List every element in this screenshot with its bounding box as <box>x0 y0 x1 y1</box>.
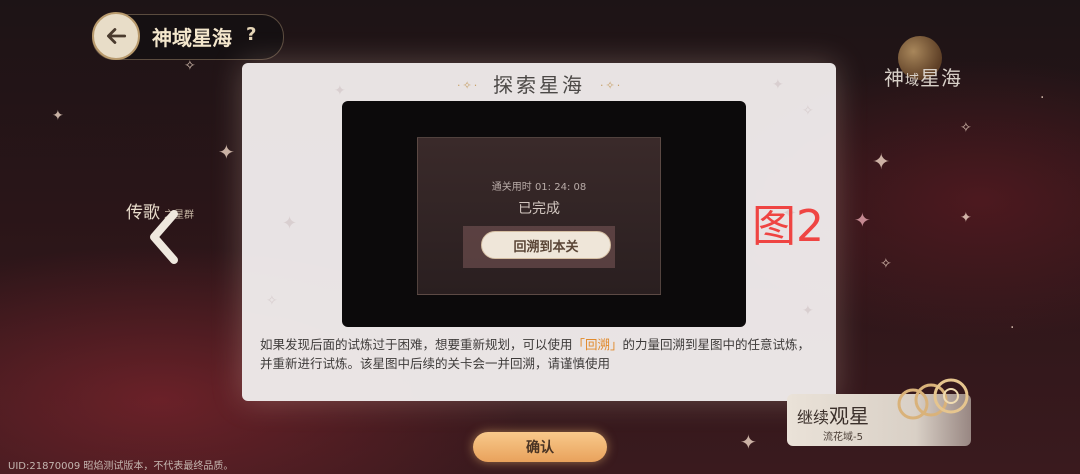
star-icon: ✧ <box>802 103 814 119</box>
star-icon: ✦ <box>772 77 784 93</box>
clear-time-text: 通关用时 01: 24: 08 <box>491 182 587 193</box>
arrow-left-icon <box>107 28 127 44</box>
star-icon: ✧ <box>184 58 196 74</box>
figure-label: 图2 <box>752 201 824 252</box>
completed-status: 已完成 <box>518 201 560 217</box>
confirm-button[interactable]: 确认 <box>473 432 607 462</box>
star-icon: ✧ <box>880 256 892 272</box>
continue-subtitle: 流花域-5 <box>823 432 863 443</box>
uid-footer: UID:21870009 昭焰测试版本，不代表最终品质。 <box>8 461 234 472</box>
emblem-text-small: 域 <box>905 73 920 89</box>
star-icon: ✦ <box>854 208 871 232</box>
star-icon: ✦ <box>282 213 298 234</box>
star-icon: ✦ <box>218 140 235 164</box>
rewind-button[interactable]: 回溯到本关 <box>481 231 611 259</box>
title-decoration: ·✧· <box>600 79 623 92</box>
realm-emblem: 神域星海 <box>884 36 968 96</box>
emblem-text-rest: 星海 <box>920 66 962 90</box>
preview-video: 通关用时 01: 24: 08 已完成 回溯到本关 <box>342 101 746 327</box>
description-part1: 如果发现后面的试炼过于困难，想要重新规划，可以使用 <box>260 337 573 352</box>
star-icon: ✦ <box>740 430 757 454</box>
star-icon: ✦ <box>52 108 64 124</box>
continue-title-a: 继续 <box>797 408 830 427</box>
star-icon: ✧ <box>960 120 972 136</box>
star-icon: ✦ <box>802 303 814 319</box>
page-title: 神域星海 <box>152 26 232 50</box>
star-icon: ✦ <box>960 210 972 226</box>
dialog-description: 如果发现后面的试炼过于困难，想要重新规划，可以使用「回溯」的力量回溯到星图中的任… <box>260 335 820 373</box>
back-button[interactable] <box>92 12 140 60</box>
dialog-title: 探索星海 <box>493 73 585 97</box>
description-highlight: 「回溯」 <box>572 337 623 352</box>
continue-title-b: 观星 <box>829 404 870 428</box>
emblem-text-big: 神 <box>884 66 905 90</box>
star-icon: · <box>1040 90 1045 106</box>
star-icon: ✦ <box>334 83 346 99</box>
star-icon: ✦ <box>872 150 891 175</box>
chevron-left-icon[interactable] <box>146 210 182 264</box>
explore-dialog: ·✧· 探索星海 ·✧· ✦ ✦ ✧ ✦ ✦ ✧ ✦ 通关用时 01: 24: … <box>242 63 836 401</box>
orbit-rings-icon <box>897 378 969 420</box>
star-icon: · <box>1010 320 1015 336</box>
help-icon[interactable]: ? <box>246 24 256 45</box>
star-icon: ✧ <box>266 293 278 309</box>
preview-panel: 通关用时 01: 24: 08 已完成 回溯到本关 <box>417 137 661 295</box>
